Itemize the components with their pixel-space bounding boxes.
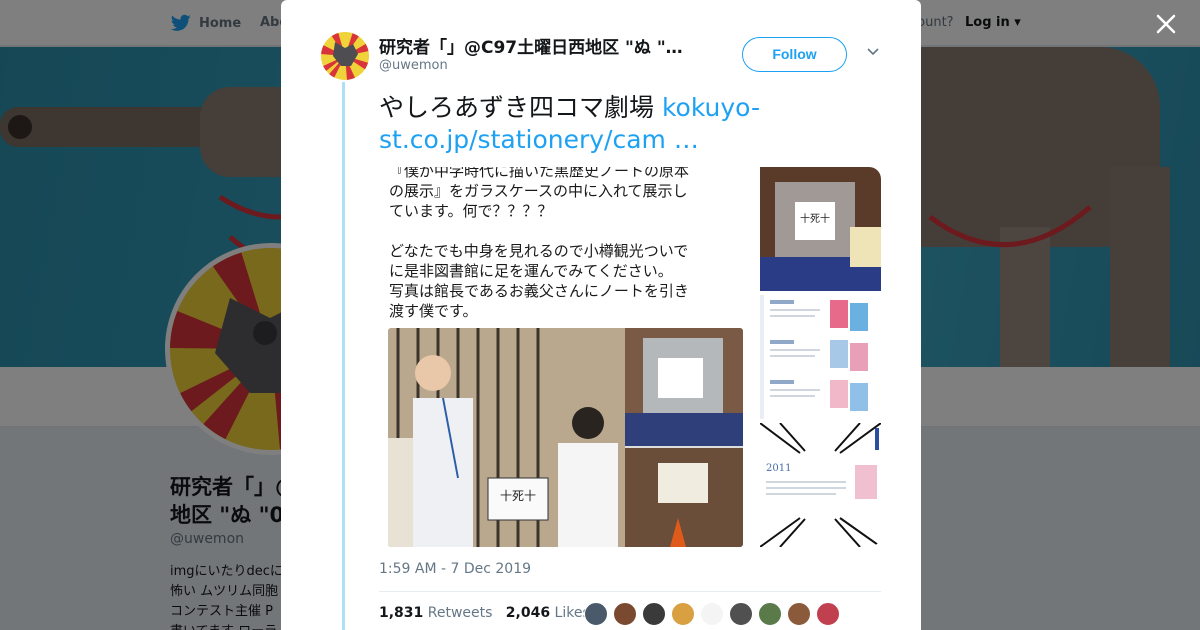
tweet-text: やしろあずき四コマ劇場 kokuyo-st.co.jp/stationery/c… <box>379 92 819 156</box>
caption-line: ています。何で？？？？ <box>389 202 553 220</box>
tweet-modal: 研究者「」@C97土曜日西地区 "ぬ "… @uwemon Follow やしろ… <box>281 0 921 630</box>
tweet-stats: 1,831 Retweets 2,046 Likes <box>379 605 590 621</box>
tweet-media: 『僕が中学時代に描いた黒歴史ノートの原本 の展示』をガラスケースの中に入れて展示… <box>379 167 881 547</box>
liker-avatar[interactable] <box>700 602 724 626</box>
retweets-label: Retweets <box>427 605 493 621</box>
handover-photo: 十死十 <box>388 328 743 547</box>
svg-text:十死十: 十死十 <box>500 489 536 503</box>
tweet-image-3[interactable] <box>760 295 881 419</box>
liker-avatar[interactable] <box>584 602 608 626</box>
liker-avatar[interactable] <box>787 602 811 626</box>
tweet-author-name[interactable]: 研究者「」@C97土曜日西地区 "ぬ "… <box>379 33 709 58</box>
follow-button[interactable]: Follow <box>742 37 847 72</box>
thread-line <box>342 82 345 630</box>
caption-line: の展示』をガラスケースの中に入れて展示し <box>389 182 688 200</box>
caption-line: 『僕が中学時代に描いた黒歴史ノートの原本 <box>389 167 690 180</box>
tweet-image-main[interactable]: 『僕が中学時代に描いた黒歴史ノートの原本 の展示』をガラスケースの中に入れて展示… <box>379 167 754 547</box>
liker-avatar[interactable] <box>642 602 666 626</box>
caption-line: 渡す僕です。 <box>389 302 478 320</box>
tweet-timestamp[interactable]: 1:59 AM - 7 Dec 2019 <box>379 561 531 577</box>
liker-avatars <box>584 602 840 626</box>
retweets-stat[interactable]: 1,831 Retweets <box>379 605 492 621</box>
divider <box>379 591 881 592</box>
liker-avatar[interactable] <box>729 602 753 626</box>
chevron-down-icon[interactable] <box>865 44 881 60</box>
close-icon[interactable] <box>1152 10 1180 38</box>
tweet-image-4[interactable]: 2011 <box>760 423 881 547</box>
caption-line: どなたでも中身を見れるので小樽観光ついで <box>389 242 689 260</box>
tweet-author-avatar[interactable] <box>321 32 369 80</box>
tweet-image-2[interactable]: 十死十 <box>760 167 881 291</box>
liker-avatar[interactable] <box>613 602 637 626</box>
caption-line: 写真は館長であるお義父さんにノートを引き <box>389 282 689 300</box>
svg-text:2011: 2011 <box>766 463 791 474</box>
svg-text:十死十: 十死十 <box>800 212 830 225</box>
caption-line <box>389 221 739 241</box>
liker-avatar[interactable] <box>816 602 840 626</box>
image-caption-text: 『僕が中学時代に描いた黒歴史ノートの原本 の展示』をガラスケースの中に入れて展示… <box>389 167 739 321</box>
tweet-text-main: やしろあずき四コマ劇場 <box>379 93 662 122</box>
liker-avatar[interactable] <box>671 602 695 626</box>
caption-line: に是非図書館に足を運んでみてください。 <box>389 262 673 280</box>
retweets-count: 1,831 <box>379 605 424 621</box>
liker-avatar[interactable] <box>758 602 782 626</box>
likes-stat[interactable]: 2,046 Likes <box>506 605 590 621</box>
likes-count: 2,046 <box>505 605 551 621</box>
tweet-author-handle[interactable]: @uwemon <box>379 58 448 73</box>
